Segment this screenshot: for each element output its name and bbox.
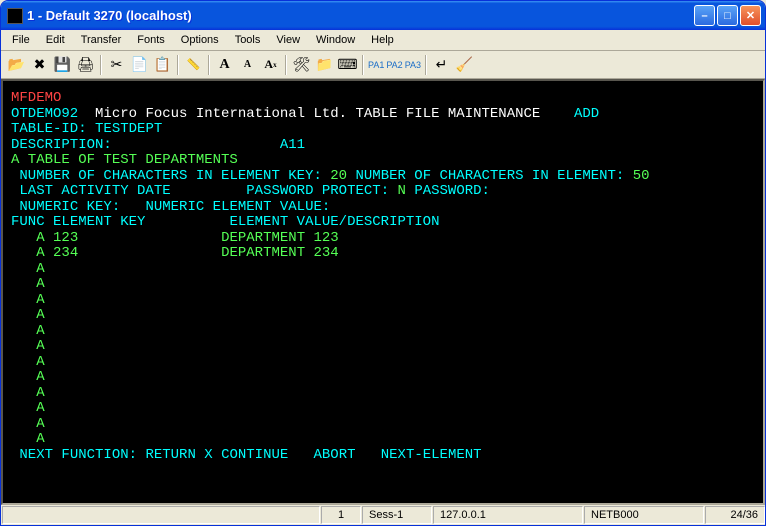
status-host: 127.0.0.1 [433, 506, 583, 524]
row-func[interactable]: A [36, 416, 44, 432]
paste-icon[interactable]: 📋 [151, 54, 174, 76]
numelem-char-value[interactable]: 50 [633, 168, 650, 184]
password-protect-label: PASSWORD PROTECT: [246, 183, 389, 199]
col-value: ELEMENT VALUE/DESCRIPTION [229, 214, 439, 230]
row-func[interactable]: A [36, 369, 44, 385]
titlebar[interactable]: 1 - Default 3270 (localhost) – □ ✕ [1, 1, 765, 30]
minimize-button[interactable]: – [694, 5, 715, 26]
pa1-button[interactable]: PA1 [367, 54, 385, 76]
row-func[interactable]: A [36, 307, 44, 323]
ruler-icon[interactable]: 📏 [182, 54, 205, 76]
font-bigger-icon[interactable]: A [213, 54, 236, 76]
row-key[interactable]: 234 [53, 245, 78, 261]
enter-icon[interactable]: ↵ [430, 54, 453, 76]
row-func[interactable]: A [36, 230, 44, 246]
status-session-name: Sess-1 [362, 506, 432, 524]
window-title: 1 - Default 3270 (localhost) [27, 8, 694, 23]
menu-file[interactable]: File [5, 32, 37, 48]
description-value: A11 [280, 137, 305, 153]
status-session-number: 1 [321, 506, 361, 524]
numeric-value-label: NUMERIC ELEMENT VALUE: [145, 199, 330, 215]
password-protect-value[interactable]: N [398, 183, 406, 199]
row-func[interactable]: A [36, 261, 44, 277]
pa3-button[interactable]: PA3 [404, 54, 422, 76]
next-function-label: NEXT FUNCTION: [19, 447, 137, 463]
return-label: RETURN [145, 447, 195, 463]
numelem-char-label: NUMBER OF CHARACTERS IN ELEMENT: [355, 168, 624, 184]
separator [362, 55, 364, 75]
menubar: File Edit Transfer Fonts Options Tools V… [1, 30, 765, 51]
menu-edit[interactable]: Edit [39, 32, 72, 48]
statusbar: 1 Sess-1 127.0.0.1 NETB000 24/36 [1, 505, 765, 525]
col-key: ELEMENT KEY [53, 214, 145, 230]
terminal-screen[interactable]: MFDEMO OTDEMO92 Micro Focus Internationa… [1, 79, 765, 505]
save-icon[interactable]: 💾 [51, 54, 74, 76]
font-auto-icon[interactable]: Ax [259, 54, 282, 76]
menu-options[interactable]: Options [174, 32, 226, 48]
numeric-key-label: NUMERIC KEY: [19, 199, 120, 215]
toolbar: 📂 ✖ 💾 🖨 ✂ 📄 📋 📏 A A Ax 🛠 📁 ⌨ PA1 PA2 PA3… [1, 51, 765, 79]
separator [285, 55, 287, 75]
separator [177, 55, 179, 75]
row-value[interactable]: DEPARTMENT 123 [221, 230, 339, 246]
row-func[interactable]: A [36, 276, 44, 292]
status-net: NETB000 [584, 506, 704, 524]
program-id: OTDEMO92 [11, 106, 78, 122]
numkey-char-label: NUMBER OF CHARACTERS IN ELEMENT KEY: [19, 168, 321, 184]
tableid-value: TESTDEPT [95, 121, 162, 137]
row-func[interactable]: A [36, 245, 44, 261]
abort-label: ABORT [314, 447, 356, 463]
tools-icon[interactable]: 🛠 [290, 54, 313, 76]
separator [425, 55, 427, 75]
row-func[interactable]: A [36, 385, 44, 401]
keypad-icon[interactable]: ⌨ [336, 54, 359, 76]
row-func[interactable]: A [36, 338, 44, 354]
numkey-char-value[interactable]: 20 [330, 168, 347, 184]
cut-icon[interactable]: ✂ [105, 54, 128, 76]
font-smaller-icon[interactable]: A [236, 54, 259, 76]
print-icon[interactable]: 🖨 [74, 54, 97, 76]
header-label: MFDEMO [11, 90, 61, 106]
next-element-label: NEXT-ELEMENT [381, 447, 482, 463]
menu-window[interactable]: Window [309, 32, 362, 48]
menu-tools[interactable]: Tools [228, 32, 268, 48]
row-key[interactable]: 123 [53, 230, 78, 246]
continue-label: X CONTINUE [204, 447, 288, 463]
menu-fonts[interactable]: Fonts [130, 32, 172, 48]
menu-transfer[interactable]: Transfer [74, 32, 129, 48]
row-value[interactable]: DEPARTMENT 234 [221, 245, 339, 261]
disconnect-icon[interactable]: ✖ [28, 54, 51, 76]
menu-view[interactable]: View [269, 32, 307, 48]
row-func[interactable]: A [36, 292, 44, 308]
screen-name: TABLE FILE MAINTENANCE [355, 106, 540, 122]
copy-icon[interactable]: 📄 [128, 54, 151, 76]
row-func[interactable]: A [36, 323, 44, 339]
folder-icon[interactable]: 📁 [313, 54, 336, 76]
row-func[interactable]: A [36, 431, 44, 447]
menu-help[interactable]: Help [364, 32, 401, 48]
mode-label: ADD [574, 106, 599, 122]
open-icon[interactable]: 📂 [5, 54, 28, 76]
tableid-label: TABLE-ID: [11, 121, 87, 137]
row-func[interactable]: A [36, 354, 44, 370]
last-activity-label: LAST ACTIVITY DATE [19, 183, 170, 199]
app-window: 1 - Default 3270 (localhost) – □ ✕ File … [0, 0, 766, 526]
company-name: Micro Focus International Ltd. [95, 106, 347, 122]
password-label: PASSWORD: [414, 183, 490, 199]
maximize-button[interactable]: □ [717, 5, 738, 26]
clear-icon[interactable]: 🧹 [453, 54, 476, 76]
separator [100, 55, 102, 75]
description-label: DESCRIPTION: [11, 137, 112, 153]
status-empty [2, 506, 320, 524]
close-button[interactable]: ✕ [740, 5, 761, 26]
col-func: FUNC [11, 214, 45, 230]
app-icon [7, 8, 23, 24]
row-func[interactable]: A [36, 400, 44, 416]
pa2-button[interactable]: PA2 [385, 54, 403, 76]
status-cursor-pos: 24/36 [705, 506, 765, 524]
separator [208, 55, 210, 75]
description-text[interactable]: A TABLE OF TEST DEPARTMENTS [11, 152, 238, 168]
